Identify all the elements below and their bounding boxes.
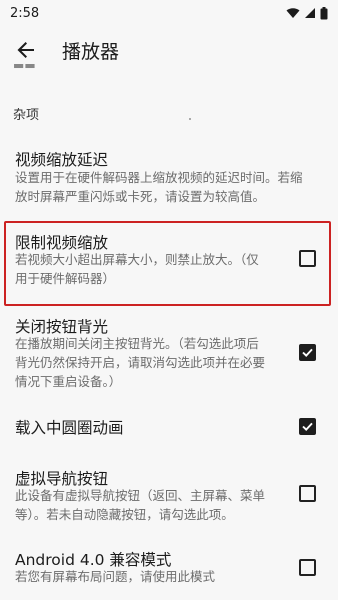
pref-summary-line: 设置用于在硬件解码器上缩放视频的延迟时间。若缩: [15, 170, 303, 185]
virtual-nav-checkbox[interactable]: [299, 485, 316, 502]
pref-summary-line: 若您有屏幕布局问题，请使用此模式: [15, 569, 216, 584]
battery-icon: [320, 6, 328, 19]
pref-loading-circle-animation[interactable]: 载入中圆圈动画: [0, 408, 338, 448]
pref-summary-line: 情况下重启设备。）: [15, 374, 122, 389]
pref-summary-line: 在播放期间关闭主按钮背光。（若勾选此项后: [15, 336, 259, 351]
loading-animation-checkbox[interactable]: [299, 418, 316, 435]
highlight-box: [4, 221, 331, 306]
pref-title: 视频缩放延迟: [15, 151, 109, 169]
status-time: 2:58: [10, 5, 40, 21]
arrow-back-icon: [17, 42, 34, 58]
pref-title: 载入中圆圈动画: [15, 419, 124, 437]
checkmark-icon: [302, 422, 313, 431]
status-icons: [286, 6, 328, 20]
signal-icon: [305, 8, 315, 18]
section-header: 杂项: [13, 108, 40, 123]
pref-summary-line: 等）。若未自动隐藏按钮，请勾选此项。: [15, 507, 234, 522]
pref-video-scale-delay[interactable]: 视频缩放延迟 设置用于在硬件解码器上缩放视频的延迟时间。若缩 放时屏幕严重闪烁或…: [0, 140, 338, 208]
pref-button-backlight[interactable]: 关闭按钮背光 在播放期间关闭主按钮背光。（若勾选此项后 背光仍然保持开启，请取消…: [0, 310, 338, 396]
page-title: 播放器: [62, 40, 120, 63]
speck: [189, 118, 191, 120]
checkmark-icon: [302, 348, 313, 357]
pref-android-4-compat[interactable]: Android 4.0 兼容模式 若您有屏幕布局问题，请使用此模式: [0, 540, 338, 592]
status-bar: 2:58: [0, 0, 338, 26]
scrolled-off-text: ▬▬: [13, 64, 36, 72]
pref-virtual-nav-buttons[interactable]: 虚拟导航按钮 此设备有虚拟导航按钮（返回、主屏幕、菜单 等）。若未自动隐藏按钮，…: [0, 462, 338, 530]
android-compat-checkbox[interactable]: [299, 559, 316, 576]
wifi-icon: [286, 8, 300, 18]
pref-summary-line: 此设备有虚拟导航按钮（返回、主屏幕、菜单: [15, 488, 266, 503]
pref-summary-line: 放时屏幕严重闪烁或卡死，请设置为较高值。: [15, 189, 266, 204]
pref-summary-line: 背光仍然保持开启，请取消勾选此项并在必要: [15, 355, 266, 370]
button-backlight-checkbox[interactable]: [299, 344, 316, 361]
